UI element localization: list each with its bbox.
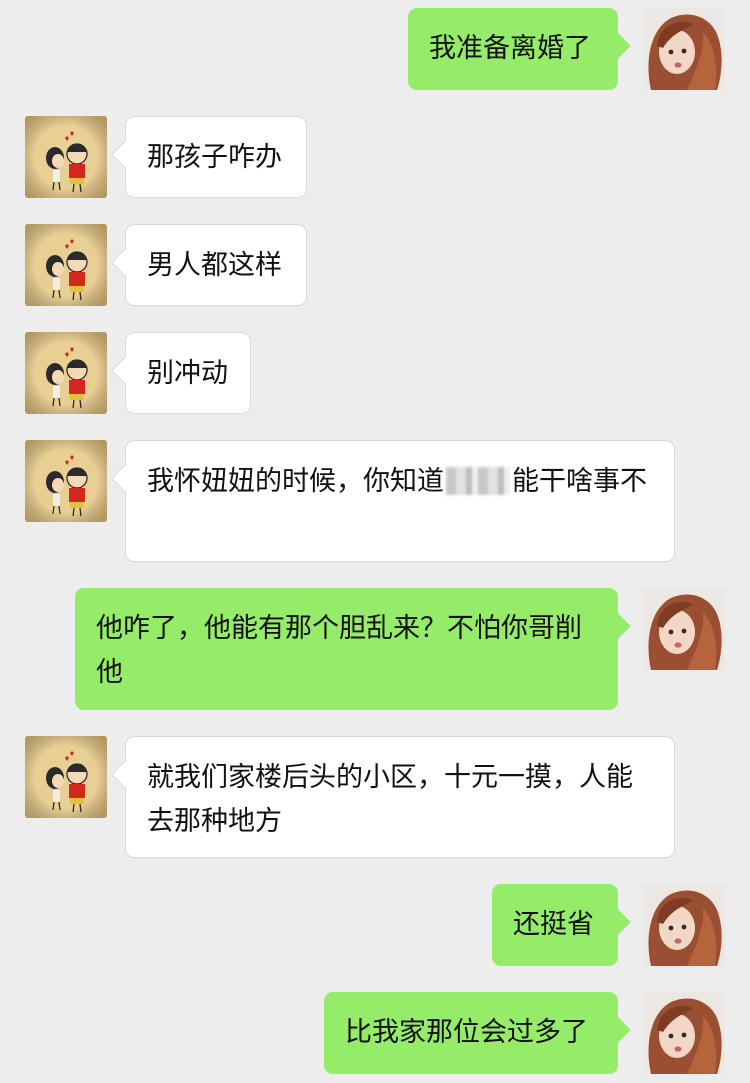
crayon-shin-chan-avatar-icon[interactable] bbox=[25, 736, 107, 818]
message-text-end: 能干啥事不 bbox=[512, 466, 647, 497]
message-row: 就我们家楼后头的小区，十元一摸，人能去那种地方 bbox=[0, 736, 750, 858]
message-row: 比我家那位会过多了 bbox=[0, 992, 750, 1074]
crayon-shin-chan-avatar-icon[interactable] bbox=[25, 224, 107, 306]
woman-avatar-icon[interactable] bbox=[643, 8, 725, 90]
woman-avatar-icon[interactable] bbox=[643, 992, 725, 1074]
message-row: 别冲动 bbox=[0, 332, 750, 414]
message-text: 他咋了，他能有那个胆乱来？不怕你哥削他 bbox=[96, 613, 582, 688]
incoming-message-bubble[interactable]: 那孩子咋办 bbox=[125, 116, 307, 198]
outgoing-message-bubble[interactable]: 比我家那位会过多了 bbox=[324, 992, 618, 1074]
redacted-text-blur bbox=[446, 467, 510, 495]
message-text: 那孩子咋办 bbox=[147, 142, 282, 173]
message-text: 就我们家楼后头的小区，十元一摸，人能去那种地方 bbox=[147, 762, 633, 837]
message-row: 那孩子咋办 bbox=[0, 116, 750, 198]
incoming-message-bubble[interactable]: 我怀妞妞的时候，你知道 能干啥事不 bbox=[125, 440, 675, 562]
woman-avatar-icon[interactable] bbox=[643, 588, 725, 670]
woman-avatar-icon[interactable] bbox=[643, 884, 725, 966]
outgoing-message-bubble[interactable]: 他咋了，他能有那个胆乱来？不怕你哥削他 bbox=[75, 588, 618, 710]
message-text: 还挺省 bbox=[513, 909, 594, 940]
message-text: 我准备离婚了 bbox=[429, 33, 591, 64]
message-text: 男人都这样 bbox=[147, 250, 282, 281]
message-text-start: 我怀妞妞的时候，你知道 bbox=[147, 466, 444, 497]
message-text: 比我家那位会过多了 bbox=[345, 1017, 588, 1048]
message-row: 还挺省 bbox=[0, 884, 750, 966]
crayon-shin-chan-avatar-icon[interactable] bbox=[25, 332, 107, 414]
incoming-message-bubble[interactable]: 别冲动 bbox=[125, 332, 251, 414]
outgoing-message-bubble[interactable]: 还挺省 bbox=[492, 884, 618, 966]
incoming-message-bubble[interactable]: 男人都这样 bbox=[125, 224, 307, 306]
crayon-shin-chan-avatar-icon[interactable] bbox=[25, 116, 107, 198]
message-row: 我准备离婚了 bbox=[0, 8, 750, 90]
message-row: 他咋了，他能有那个胆乱来？不怕你哥削他 bbox=[0, 588, 750, 710]
outgoing-message-bubble[interactable]: 我准备离婚了 bbox=[408, 8, 618, 90]
message-row: 男人都这样 bbox=[0, 224, 750, 306]
message-text: 别冲动 bbox=[147, 358, 228, 389]
message-row: 我怀妞妞的时候，你知道 能干啥事不 bbox=[0, 440, 750, 562]
crayon-shin-chan-avatar-icon[interactable] bbox=[25, 440, 107, 522]
incoming-message-bubble[interactable]: 就我们家楼后头的小区，十元一摸，人能去那种地方 bbox=[125, 736, 675, 858]
